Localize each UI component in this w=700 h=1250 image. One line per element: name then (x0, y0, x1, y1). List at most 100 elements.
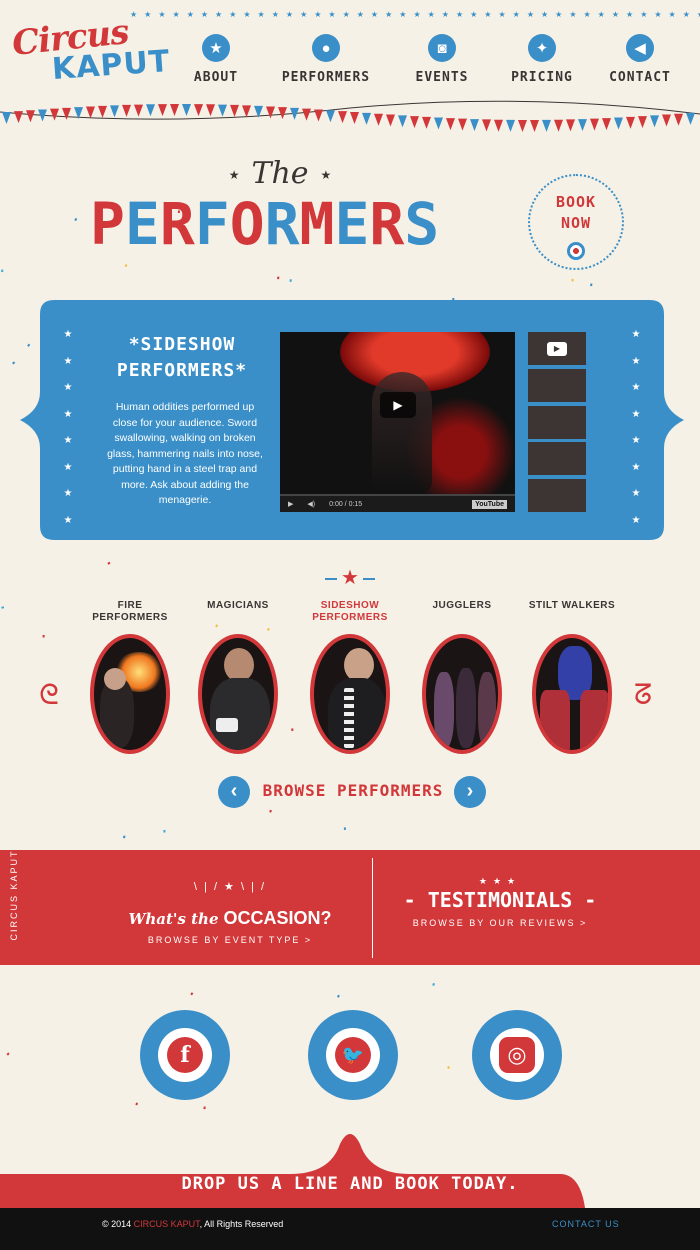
title-letter: F (194, 190, 230, 258)
playlist-thumb[interactable]: ▶ (528, 332, 586, 365)
nav-events[interactable]: ◙ EVENTS (392, 34, 492, 85)
play-icon[interactable]: ▶ (380, 392, 416, 418)
copyright-prefix: © 2014 (102, 1219, 134, 1229)
testimonials-link[interactable]: ★★★ - TESTIMONIALS - BROWSE BY OUR REVIE… (400, 876, 600, 928)
bunting-flags (0, 100, 700, 132)
featured-title-line2: PERFORMERS* (116, 360, 248, 381)
video-frame-figure (372, 372, 432, 492)
performer-label: SIDESHOW PERFORMERS (312, 600, 388, 623)
section-divider: ★ (320, 568, 380, 588)
performer-photo (310, 634, 390, 754)
carousel-scroll-right-icon[interactable]: ᘔ (630, 670, 656, 720)
title-letter: O (229, 190, 265, 258)
star-string-decoration: ★★★★★★★★★★★★★★★★★★★★★★★★★★★★★★★★★★★★★★★★… (130, 10, 700, 19)
ticket-stars-left: ★ ★ ★ ★ ★ ★ ★ ★ (63, 329, 73, 526)
nav-contact[interactable]: ◀ CONTACT (590, 34, 690, 85)
twitter-icon: 🐦 (335, 1037, 371, 1073)
nav-performers[interactable]: ● PERFORMERS (276, 34, 376, 85)
testimonials-subtext: BROWSE BY OUR REVIEWS > (412, 918, 588, 928)
star-icon: ★ (228, 168, 240, 182)
target-icon (567, 242, 585, 260)
occasion-title: What's the OCCASION? (120, 908, 340, 929)
sunburst-icon: \ | / ★ \ | / (193, 881, 267, 893)
playlist-thumb[interactable] (528, 368, 586, 402)
facebook-button[interactable]: f (140, 1010, 230, 1100)
playlist-thumb[interactable] (528, 442, 586, 476)
featured-title: *SIDESHOW PERFORMERS* (92, 332, 272, 384)
main-nav: ★ ABOUT ● PERFORMERS ◙ EVENTS ✦ PRICING … (180, 34, 690, 94)
star-icon: ★ (341, 567, 359, 589)
magic-wand-icon: ✦ (528, 34, 556, 62)
occasion-subtext: BROWSE BY EVENT TYPE > (147, 935, 313, 945)
title-letter: M (299, 190, 335, 258)
twitter-button[interactable]: 🐦 (308, 1010, 398, 1100)
star-icon: ★★★ (478, 876, 522, 886)
title-letter: R (369, 190, 405, 258)
title-letter: P (90, 190, 125, 258)
chevron-right-icon[interactable]: › (454, 776, 486, 808)
performer-stilt-walkers[interactable]: STILT WALKERS (522, 600, 622, 754)
youtube-icon: ▶ (547, 341, 567, 356)
nav-about[interactable]: ★ ABOUT (166, 34, 266, 85)
carousel-scroll-left-icon[interactable]: ᘓ (36, 670, 62, 720)
star-icon: ★ (320, 168, 332, 182)
page-title: PERFORMERS (90, 190, 510, 270)
performer-photo (422, 634, 502, 754)
performer-photo (532, 634, 612, 754)
video-player[interactable]: ▶ ▶ ◀) 0:00 / 0:15 YouTube (280, 332, 515, 512)
star-icon: ★ (202, 34, 230, 62)
performer-sideshow[interactable]: SIDESHOW PERFORMERS (300, 600, 400, 754)
testimonials-title: - TESTIMONIALS - (403, 888, 597, 912)
occasion-link[interactable]: \ | / ★ \ | / What's the OCCASION? BROWS… (120, 880, 340, 945)
volume-icon[interactable]: ◀) (307, 500, 315, 508)
book-now-line1: BOOK (555, 193, 597, 211)
vertical-brand-text: CIRCUS KAPUT (9, 849, 19, 941)
performer-label: JUGGLERS (432, 600, 492, 611)
testimonials-word: TESTIMONIALS (427, 888, 573, 912)
site-logo[interactable]: Circus KAPUT (10, 12, 171, 88)
title-letter: R (264, 190, 300, 258)
facebook-icon: f (167, 1037, 203, 1073)
browse-performers: ‹ BROWSE PERFORMERS › (218, 776, 488, 808)
performer-photo (198, 634, 278, 754)
instagram-icon: ◎ (499, 1037, 535, 1073)
book-now-button[interactable]: BOOK NOW (528, 174, 624, 270)
performer-jugglers[interactable]: JUGGLERS (412, 600, 512, 754)
title-letter: S (404, 190, 440, 258)
play-control-icon[interactable]: ▶ (288, 500, 293, 508)
youtube-logo[interactable]: YouTube (472, 499, 507, 509)
footer: © 2014 CIRCUS KAPUT, All Rights Reserved… (0, 1208, 700, 1250)
occasion-word: OCCASION? (223, 908, 332, 928)
nav-pricing[interactable]: ✦ PRICING (492, 34, 592, 85)
footer-contact-link[interactable]: CONTACT US (552, 1219, 620, 1229)
playlist-thumb[interactable] (528, 479, 586, 513)
person-icon: ● (312, 34, 340, 62)
performer-magicians[interactable]: MAGICIANS (188, 600, 288, 754)
performer-label: STILT WALKERS (528, 600, 616, 611)
nav-pricing-label: PRICING (511, 70, 573, 85)
performer-label: FIRE PERFORMERS (92, 600, 168, 623)
ticket-stars-right: ★ ★ ★ ★ ★ ★ ★ ★ (631, 329, 641, 526)
band-separator (372, 858, 373, 958)
instagram-button[interactable]: ◎ (472, 1010, 562, 1100)
nav-events-label: EVENTS (415, 70, 469, 85)
performer-fire[interactable]: FIRE PERFORMERS (80, 600, 180, 754)
title-the-text: The (251, 156, 309, 191)
featured-description: Human oddities performed up close for yo… (107, 401, 263, 506)
copyright-suffix: , All Rights Reserved (199, 1219, 284, 1229)
megaphone-icon: ◀ (626, 34, 654, 62)
cta-tent-shape (0, 1134, 585, 1208)
cta-link[interactable]: DROP US A LINE AND BOOK TODAY. (0, 1174, 700, 1194)
browse-performers-link[interactable]: BROWSE PERFORMERS (258, 781, 448, 800)
video-time: 0:00 / 0:15 (329, 500, 363, 508)
copyright-brand[interactable]: CIRCUS KAPUT (134, 1219, 200, 1229)
chevron-left-icon[interactable]: ‹ (218, 776, 250, 808)
playlist-thumb[interactable] (528, 405, 586, 439)
video-playlist: ▶ (528, 332, 586, 513)
title-letter: E (124, 190, 160, 258)
performer-photo (90, 634, 170, 754)
nav-about-label: ABOUT (193, 70, 239, 85)
copyright: © 2014 CIRCUS KAPUT, All Rights Reserved (102, 1219, 283, 1229)
book-now-line2: NOW (560, 214, 592, 232)
nav-contact-label: CONTACT (609, 70, 671, 85)
